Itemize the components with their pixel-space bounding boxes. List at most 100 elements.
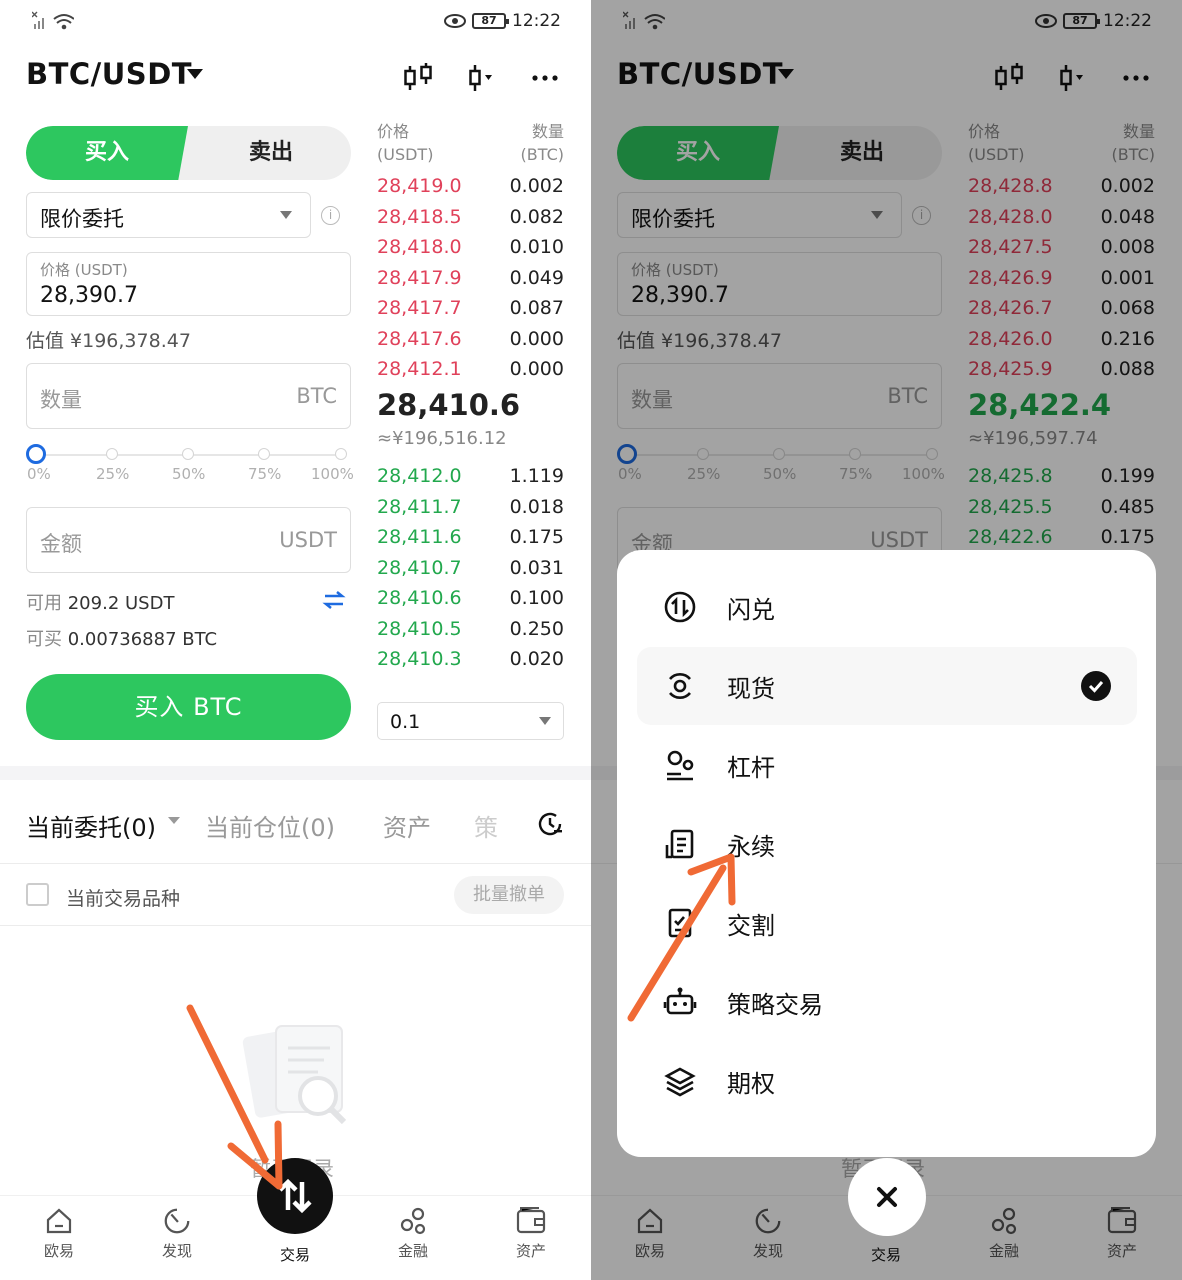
tab-buy[interactable]: 买入	[26, 126, 188, 180]
last-price: 28,410.6	[377, 388, 521, 422]
trade-fab-button[interactable]	[257, 1158, 333, 1234]
menu-item-futures[interactable]: 交割	[637, 884, 1137, 962]
menu-item-options[interactable]: 期权	[637, 1042, 1137, 1120]
depth-value: 0.1	[390, 711, 421, 733]
order-qty: 0.010	[509, 236, 564, 258]
menu-item-convert[interactable]: 闪兑	[637, 568, 1137, 646]
ask-row[interactable]: 28,417.7 0.087	[377, 297, 564, 327]
finance-icon	[400, 1207, 426, 1235]
price-value[interactable]: 28,390.7	[40, 283, 138, 308]
quantity-unit: BTC	[296, 384, 337, 408]
order-price: 28,417.6	[377, 327, 462, 350]
order-price: 28,412.1	[377, 358, 462, 380]
menu-item-margin[interactable]: 杠杆	[637, 726, 1137, 804]
buy-btc-button[interactable]: 买入 BTC	[26, 674, 351, 740]
discover-icon	[164, 1208, 190, 1234]
order-type-value: 限价委托	[40, 207, 124, 231]
order-price: 28,412.0	[377, 465, 462, 487]
nav-item-trade[interactable]: 交易	[255, 1244, 335, 1265]
price-input[interactable]: 价格 (USDT) 28,390.7	[26, 252, 351, 316]
close-menu-button[interactable]	[848, 1158, 926, 1236]
slider-mark-100[interactable]	[335, 448, 347, 460]
amount-placeholder: 金额	[40, 532, 82, 556]
current-pair-checkbox[interactable]	[26, 883, 49, 906]
trade-screen-right: 87 12:22 BTC/USDT 买入 卖出 限价委托 i 价格 (USDT)…	[591, 0, 1182, 1280]
bid-row[interactable]: 28,410.6 0.100	[377, 587, 564, 617]
slider-handle[interactable]	[26, 444, 46, 464]
perpetual-icon	[665, 829, 694, 859]
quantity-input[interactable]: 数量 BTC	[26, 363, 351, 429]
nav-item-assets[interactable]: 资产	[491, 1206, 571, 1261]
last-price-cny: ≈¥196,516.12	[377, 428, 507, 449]
depth-select[interactable]: 0.1	[377, 702, 564, 740]
slider-mark-75[interactable]	[258, 448, 270, 460]
info-icon[interactable]: i	[321, 206, 340, 225]
menu-item-spot[interactable]: 现货	[637, 647, 1137, 725]
history-icon[interactable]	[536, 810, 564, 838]
order-type-select[interactable]: 限价委托	[26, 192, 311, 238]
nav-label: 发现	[161, 1242, 192, 1260]
menu-item-bots[interactable]: 策略交易	[637, 963, 1137, 1041]
tab-open-orders[interactable]: 当前委托(0)	[26, 808, 156, 843]
available-value: 209.2 USDT	[67, 593, 175, 614]
trade-screen-left: 87 12:22 BTC/USDT 买入 卖出 限价委托 i 价格 (USDT)…	[0, 0, 591, 1280]
chevron-down-icon[interactable]	[168, 817, 180, 824]
order-price: 28,417.9	[377, 266, 462, 289]
transfer-icon[interactable]	[322, 590, 346, 610]
bid-row[interactable]: 28,411.7 0.018	[377, 496, 564, 526]
bid-row[interactable]: 28,410.5 0.250	[377, 618, 564, 648]
ask-row[interactable]: 28,412.1 0.000	[377, 358, 564, 388]
bid-row[interactable]: 28,410.7 0.031	[377, 557, 564, 587]
buyable-amount: 可买 0.00736887 BTC	[26, 625, 217, 651]
order-qty: 1.119	[509, 465, 564, 487]
indicator-menu-icon[interactable]	[466, 60, 498, 94]
orderbook-price-header: 价格 (USDT)	[377, 120, 433, 166]
bid-row[interactable]: 28,412.0 1.119	[377, 465, 564, 495]
spot-icon	[669, 673, 691, 699]
candlestick-chart-icon[interactable]	[402, 60, 434, 94]
pair-dropdown-icon[interactable]	[187, 69, 203, 79]
home-icon	[46, 1208, 72, 1234]
nav-label: 交易	[279, 1246, 310, 1264]
bid-row[interactable]: 28,411.6 0.175	[377, 526, 564, 556]
ask-row[interactable]: 28,417.6 0.000	[377, 328, 564, 358]
nav-item-home[interactable]: 欧易	[19, 1206, 99, 1261]
tab-assets[interactable]: 资产	[383, 808, 431, 843]
ask-row[interactable]: 28,417.9 0.049	[377, 267, 564, 297]
ask-row[interactable]: 28,419.0 0.002	[377, 175, 564, 205]
slider-mark-25[interactable]	[106, 448, 118, 460]
nav-label: 金融	[397, 1242, 428, 1260]
tab-strategy[interactable]: 策	[474, 808, 498, 843]
chevron-down-icon	[539, 717, 551, 725]
order-qty: 0.087	[509, 297, 564, 319]
cancel-all-button[interactable]: 批量撤单	[454, 876, 564, 914]
order-qty: 0.100	[509, 587, 564, 609]
tab-sell[interactable]: 卖出	[191, 126, 351, 180]
nav-label: 资产	[515, 1242, 546, 1260]
status-right: 87 12:22	[444, 9, 561, 33]
eye-icon	[444, 14, 466, 28]
section-divider	[0, 766, 591, 780]
nav-item-discover[interactable]: 发现	[137, 1206, 217, 1261]
ask-row[interactable]: 28,418.5 0.082	[377, 206, 564, 236]
slider-label: 0%	[27, 465, 51, 483]
price-caption: 价格 (USDT)	[40, 261, 128, 279]
slider-label: 100%	[311, 465, 354, 483]
slider-mark-50[interactable]	[182, 448, 194, 460]
nav-item-finance[interactable]: 金融	[373, 1206, 453, 1261]
divider	[0, 925, 591, 926]
order-qty: 0.175	[509, 526, 564, 548]
menu-label: 闪兑	[727, 596, 775, 624]
amount-input[interactable]: 金额 USDT	[26, 507, 351, 573]
pair-title[interactable]: BTC/USDT	[26, 57, 192, 91]
ask-row[interactable]: 28,418.0 0.010	[377, 236, 564, 266]
tab-positions[interactable]: 当前仓位(0)	[205, 808, 335, 843]
menu-item-perpetual[interactable]: 永续	[637, 805, 1137, 883]
order-qty: 0.082	[509, 205, 564, 228]
bid-row[interactable]: 28,410.3 0.020	[377, 648, 564, 678]
order-price: 28,418.0	[377, 236, 462, 258]
buyable-value: 0.00736887 BTC	[67, 629, 218, 650]
more-icon[interactable]	[531, 60, 559, 94]
close-icon	[877, 1187, 897, 1207]
layers-icon	[664, 1067, 696, 1097]
